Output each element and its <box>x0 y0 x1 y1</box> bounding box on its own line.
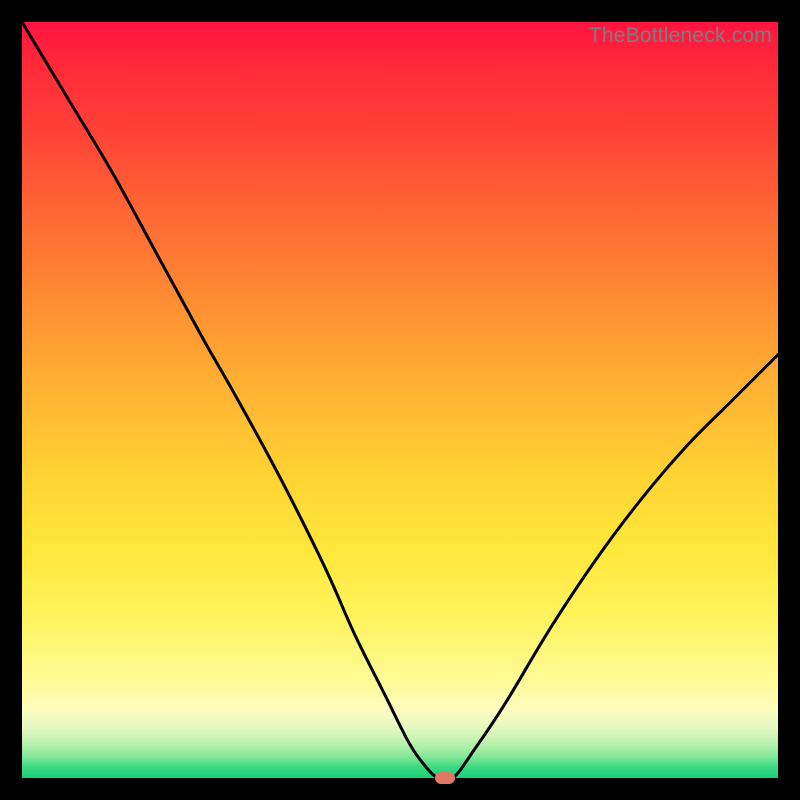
chart-frame: TheBottleneck.com <box>0 0 800 800</box>
watermark-text: TheBottleneck.com <box>589 24 772 48</box>
curve-svg <box>22 22 778 778</box>
minimum-marker <box>435 772 455 784</box>
bottleneck-curve-path <box>22 22 778 781</box>
plot-area: TheBottleneck.com <box>22 22 778 778</box>
